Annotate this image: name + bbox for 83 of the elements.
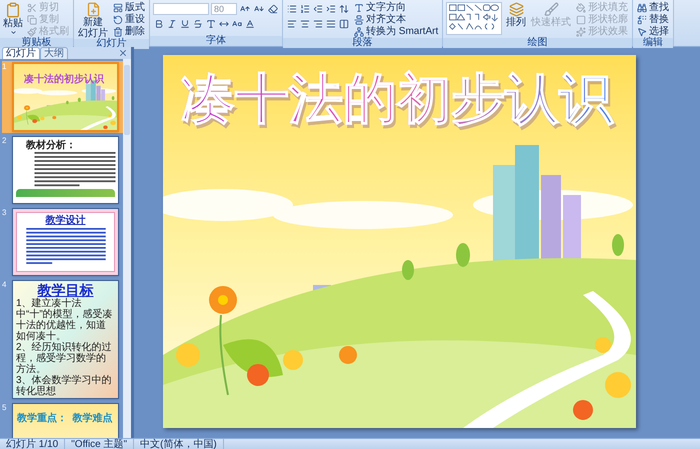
shape-fill-icon — [576, 3, 586, 13]
shape-outline-icon — [576, 15, 586, 25]
slide-number: 3 — [2, 208, 8, 219]
bold-button[interactable] — [153, 18, 165, 30]
align-text-button[interactable]: 对齐文本 — [353, 14, 440, 26]
find-icon — [637, 3, 648, 13]
align-text-icon — [354, 15, 364, 25]
copy-icon — [27, 15, 37, 25]
slide-number: 5 — [2, 403, 8, 414]
thumbnail-title: 教材分析： — [24, 140, 77, 151]
select-icon — [637, 27, 648, 37]
group-label: 剪贴板 — [0, 38, 73, 48]
delete-button[interactable]: 删除 — [112, 26, 146, 38]
text-direction-icon — [354, 3, 364, 13]
reset-icon — [113, 15, 123, 25]
shape-effects-icon — [576, 27, 586, 37]
thumbnail-title: 教学设计 — [46, 215, 86, 226]
paste-button[interactable]: 粘贴 — [3, 2, 23, 38]
increase-indent-button[interactable] — [325, 3, 337, 15]
shadow-button[interactable] — [205, 18, 217, 30]
delete-icon — [113, 27, 123, 37]
arrange-button[interactable]: 排列 — [505, 2, 528, 38]
underline-button[interactable] — [179, 18, 191, 30]
shapes-gallery[interactable] — [446, 2, 502, 35]
panel-tab[interactable]: 大纲 — [40, 47, 68, 59]
select-button[interactable]: 选择 — [636, 26, 670, 38]
font-color-button[interactable] — [244, 18, 256, 30]
list-item: 2、经历知识转化的过程，感受学习数学的方法。 — [16, 342, 113, 375]
slide-thumbnail-row[interactable]: 4 教学目标 1、建立凑十法中“十”的模型，感受凑十法的优越性，知道如何凑十。 2、经历知识转化的过程，感受学习数学的方法。 3、体会数学学习中的转化思想 — [2, 279, 123, 400]
thumbnail-title: 教学目标 — [37, 282, 94, 298]
caret-icon — [10, 29, 16, 36]
status-text: 幻灯片 1/10 — [0, 438, 66, 449]
layout-button[interactable]: 版式 — [112, 2, 146, 14]
status-text: 中文(简体，中国) — [134, 438, 224, 449]
replace-button[interactable]: 替换 — [636, 14, 670, 26]
line-spacing-button[interactable] — [338, 3, 350, 15]
brush-icon — [544, 2, 559, 17]
slide-number: 2 — [2, 136, 8, 147]
group-label: 字体 — [150, 36, 282, 46]
smartart-icon — [354, 27, 364, 37]
panel-tab[interactable]: 幻灯片 — [2, 47, 40, 59]
clipboard-icon — [5, 2, 21, 18]
justify-button[interactable] — [325, 18, 337, 30]
font-name-field[interactable] — [153, 3, 209, 15]
slide-thumbnail[interactable]: 凑十法的初步认识 — [12, 62, 119, 132]
numbering-button[interactable] — [299, 3, 311, 15]
format-painter-icon — [27, 27, 37, 37]
new-slide-icon — [86, 2, 100, 17]
list-item: 3、体会数学学习中的转化思想 — [16, 375, 113, 397]
find-button[interactable]: 查找 — [636, 2, 670, 14]
slide-thumbnail-row[interactable]: 2 教材分析： — [2, 135, 123, 205]
slide-number: 4 — [2, 280, 8, 291]
list-item: 1、建立凑十法中“十”的模型，感受凑十法的优越性，知道如何凑十。 — [16, 298, 114, 342]
slide-number: 1 — [2, 62, 8, 73]
align-left-button[interactable] — [286, 18, 298, 30]
thumbnail-title: 凑十法的初步认识 — [24, 74, 104, 85]
italic-button[interactable] — [166, 18, 178, 30]
layout-icon — [113, 3, 123, 13]
strikethrough-button[interactable] — [192, 18, 204, 30]
new-slide-button[interactable]: 新建 幻灯片 — [77, 2, 109, 39]
group-label: 编辑 — [633, 38, 674, 48]
columns-button[interactable] — [338, 18, 350, 30]
slide-thumbnail-row[interactable]: 1 凑十法的初步认识 — [2, 61, 123, 133]
layers-icon — [508, 2, 524, 17]
text-direction-button[interactable]: 文字方向 — [353, 2, 440, 14]
slide-thumbnail[interactable]: 教学设计 — [12, 208, 119, 276]
thumbnail-title: 教学重点： 教学难点 — [17, 413, 113, 424]
align-right-button[interactable] — [312, 18, 324, 30]
align-center-button[interactable] — [299, 18, 311, 30]
clear-format-button[interactable] — [267, 3, 279, 15]
replace-icon — [637, 15, 648, 25]
close-icon[interactable] — [118, 48, 128, 58]
group-label: 绘图 — [443, 38, 632, 48]
cut-icon — [27, 3, 37, 13]
smartart-button[interactable]: 转换为 SmartArt — [353, 26, 440, 38]
scrollbar[interactable] — [123, 59, 131, 438]
slide-thumbnail[interactable]: 教材分析： — [12, 136, 119, 204]
reset-button[interactable]: 重设 — [112, 14, 146, 26]
decrease-indent-button[interactable] — [312, 3, 324, 15]
group-label: 段落 — [283, 38, 442, 48]
slide-thumbnail[interactable]: 教学目标 1、建立凑十法中“十”的模型，感受凑十法的优越性，知道如何凑十。 2、经历知识转化的过程，感受学习数学的方法。 3、体会数学学习中的转化思想 — [12, 280, 119, 399]
status-text: "Office 主题" — [65, 438, 134, 449]
slide-thumbnail-row[interactable]: 3 教学设计 — [2, 207, 123, 277]
